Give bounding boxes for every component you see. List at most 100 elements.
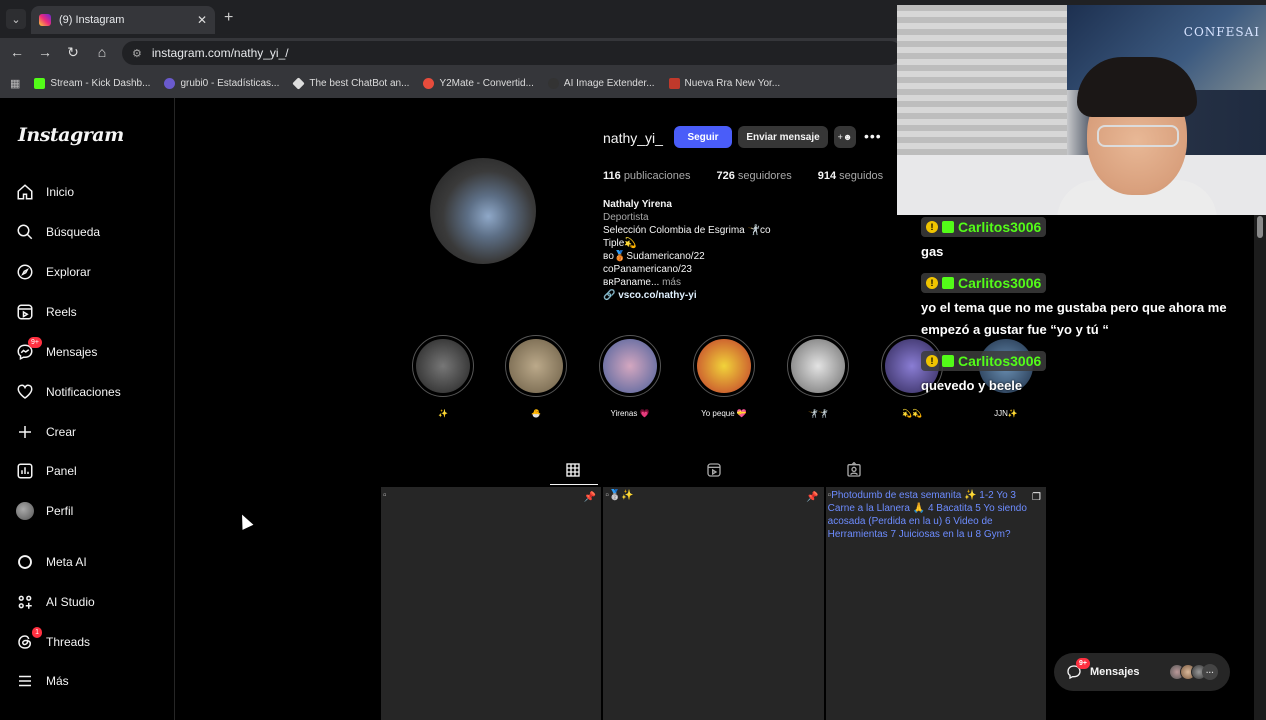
tab-close-icon[interactable]: ✕	[197, 13, 207, 27]
subscriber-badge-icon: !	[926, 277, 938, 289]
sidebar-item-mensajes[interactable]: 9+ Mensajes	[16, 337, 97, 361]
chat-message: ! Carlitos3006 quevedo y beele	[921, 351, 1256, 397]
profile-avatar	[16, 502, 34, 520]
tagged-icon[interactable]	[846, 461, 862, 478]
posts-count: 116 publicaciones	[603, 170, 691, 182]
y2mate-favicon-icon	[423, 77, 435, 89]
chat-message-text: yo el tema que no me gustaba pero que ah…	[921, 300, 1227, 337]
avatar	[16, 502, 34, 520]
browser-tab-instagram[interactable]: (9) Instagram ✕	[31, 6, 215, 34]
highlight-item[interactable]: Yo peque 💝	[691, 335, 757, 418]
threads-badge: 1	[32, 627, 42, 638]
webcam-overlay: CONFESAI	[897, 5, 1266, 215]
send-message-button[interactable]: Enviar mensaje	[738, 126, 828, 148]
search-icon	[16, 223, 34, 241]
heart-icon	[16, 383, 34, 401]
highlight-item[interactable]: 🐣	[503, 335, 569, 418]
messenger-icon: 9+	[1066, 658, 1090, 680]
profile-picture[interactable]	[430, 158, 536, 264]
reels-tab-icon[interactable]	[706, 462, 722, 478]
reels-icon	[16, 303, 34, 321]
messages-pill-badge: 9+	[1076, 658, 1090, 669]
sidebar-item-mas[interactable]: Más	[16, 672, 69, 690]
sidebar-item-panel[interactable]: Panel	[16, 462, 77, 480]
sidebar-item-meta-ai[interactable]: Meta AI	[16, 553, 87, 571]
follow-button[interactable]: Seguir	[674, 126, 732, 148]
url-text: instagram.com/nathy_yi_/	[151, 46, 289, 60]
chat-username-badge: ! Carlitos3006	[921, 273, 1047, 293]
bookmark-grubi0[interactable]: grubi0 - Estadísticas...	[164, 77, 279, 89]
more-options-icon[interactable]: •••	[864, 128, 882, 144]
chat-message: ! Carlitos3006 gas	[921, 217, 1256, 263]
home-browser-icon[interactable]: ⌂	[93, 44, 111, 60]
post-tile[interactable]: ▫🥈✨ 📌	[603, 487, 824, 720]
back-icon[interactable]: ←	[8, 44, 26, 60]
bookmark-y2mate[interactable]: Y2Mate - Convertid...	[423, 77, 534, 89]
streamer-hair	[1077, 57, 1197, 117]
new-tab-button[interactable]: +	[224, 9, 233, 27]
messenger-icon: 9+	[16, 337, 42, 361]
profile-tabs	[381, 454, 1046, 486]
post-tile[interactable]: ▫Photodumb de esta semanita ✨ 1-2 Yo 3 C…	[825, 487, 1046, 720]
sidebar-item-inicio[interactable]: Inicio	[16, 183, 74, 201]
pin-icon: 📌	[806, 492, 819, 503]
profile-username: nathy_yi_	[603, 130, 663, 146]
messages-pill-label: Mensajes	[1090, 666, 1140, 678]
suggest-users-icon[interactable]: +☻	[834, 126, 856, 148]
bookmark-kick[interactable]: Stream - Kick Dashb...	[34, 77, 150, 89]
home-icon	[16, 183, 34, 201]
address-bar[interactable]: ⚙ instagram.com/nathy_yi_/	[122, 41, 902, 65]
sidebar-item-crear[interactable]: Crear	[16, 423, 76, 441]
bio-more-link[interactable]: más	[662, 277, 681, 288]
scrollbar-thumb[interactable]	[1257, 216, 1263, 238]
screen: ⌄ (9) Instagram ✕ + ← → ↻ ⌂ ⚙ instagram.…	[0, 0, 1266, 720]
forward-icon[interactable]: →	[36, 44, 54, 60]
messages-floating-button[interactable]: 9+ Mensajes ···	[1054, 653, 1230, 691]
kick-badge-icon	[942, 221, 954, 233]
sidebar-item-perfil[interactable]: Perfil	[16, 502, 73, 520]
poster-text: CONFESAI	[1183, 25, 1260, 39]
compass-icon	[16, 263, 34, 281]
bio-line: Tiple💫	[603, 238, 637, 249]
followers-count[interactable]: 726 seguidores	[716, 170, 791, 182]
instagram-favicon-icon	[39, 14, 51, 26]
active-tab-indicator	[550, 484, 598, 485]
chatbot-favicon-icon	[292, 76, 306, 90]
bookmark-nueva-rra[interactable]: Nueva Rra New Yor...	[668, 77, 780, 89]
bio-line: coPanamericano/23	[603, 264, 692, 275]
posts-grid: ▫ 📌 ▫🥈✨ 📌 ▫Photodumb de esta semanita ✨ 1-…	[381, 487, 1046, 720]
post-tile[interactable]: ▫ 📌	[381, 487, 602, 720]
sidebar-item-explorar[interactable]: Explorar	[16, 263, 91, 281]
highlight-item[interactable]: 🤺🤺	[785, 335, 851, 418]
following-count[interactable]: 914 seguidos	[818, 170, 883, 182]
instagram-logo[interactable]: Instagram	[18, 124, 124, 146]
bookmark-chatbot[interactable]: The best ChatBot an...	[292, 76, 409, 90]
carousel-icon: ❐	[1032, 492, 1041, 503]
subscriber-badge-icon: !	[926, 221, 938, 233]
sidebar-item-reels[interactable]: Reels	[16, 303, 77, 321]
profile-bio: Nathaly Yirena Deportista Selección Colo…	[603, 198, 783, 302]
reload-icon[interactable]: ↻	[64, 44, 82, 61]
kick-favicon-icon	[34, 77, 46, 89]
site-settings-icon[interactable]: ⚙	[132, 47, 142, 60]
bio-line: ʙᴏ🥉Sudamericano/22	[603, 251, 705, 262]
bio-line-truncated: ʙʀPaname... más	[603, 277, 681, 288]
highlight-item[interactable]: ✨	[410, 335, 476, 418]
sidebar-item-ai-studio[interactable]: AI Studio	[16, 593, 95, 611]
pin-icon: 📌	[583, 492, 597, 503]
broken-image-icon: ▫	[383, 490, 387, 501]
apps-grid-icon[interactable]: ▦	[10, 77, 20, 90]
bio-link[interactable]: 🔗 vsco.co/nathy-yi	[603, 289, 783, 302]
posts-grid-icon[interactable]	[565, 462, 581, 478]
instagram-sidebar: Instagram Inicio Búsqueda Explorar Reels…	[0, 98, 175, 720]
bookmark-ai-image[interactable]: AI Image Extender...	[547, 77, 655, 89]
sidebar-item-notificaciones[interactable]: Notificaciones	[16, 383, 121, 401]
plus-icon	[16, 423, 34, 441]
kick-badge-icon	[942, 355, 954, 367]
chat-username-badge: ! Carlitos3006	[921, 217, 1047, 237]
bio-category: Deportista	[603, 212, 649, 223]
sidebar-item-busqueda[interactable]: Búsqueda	[16, 223, 100, 241]
tab-search-button[interactable]: ⌄	[6, 9, 26, 29]
sidebar-item-threads[interactable]: 1 Threads	[16, 627, 90, 651]
highlight-item[interactable]: Yirenas 💗	[597, 335, 663, 418]
